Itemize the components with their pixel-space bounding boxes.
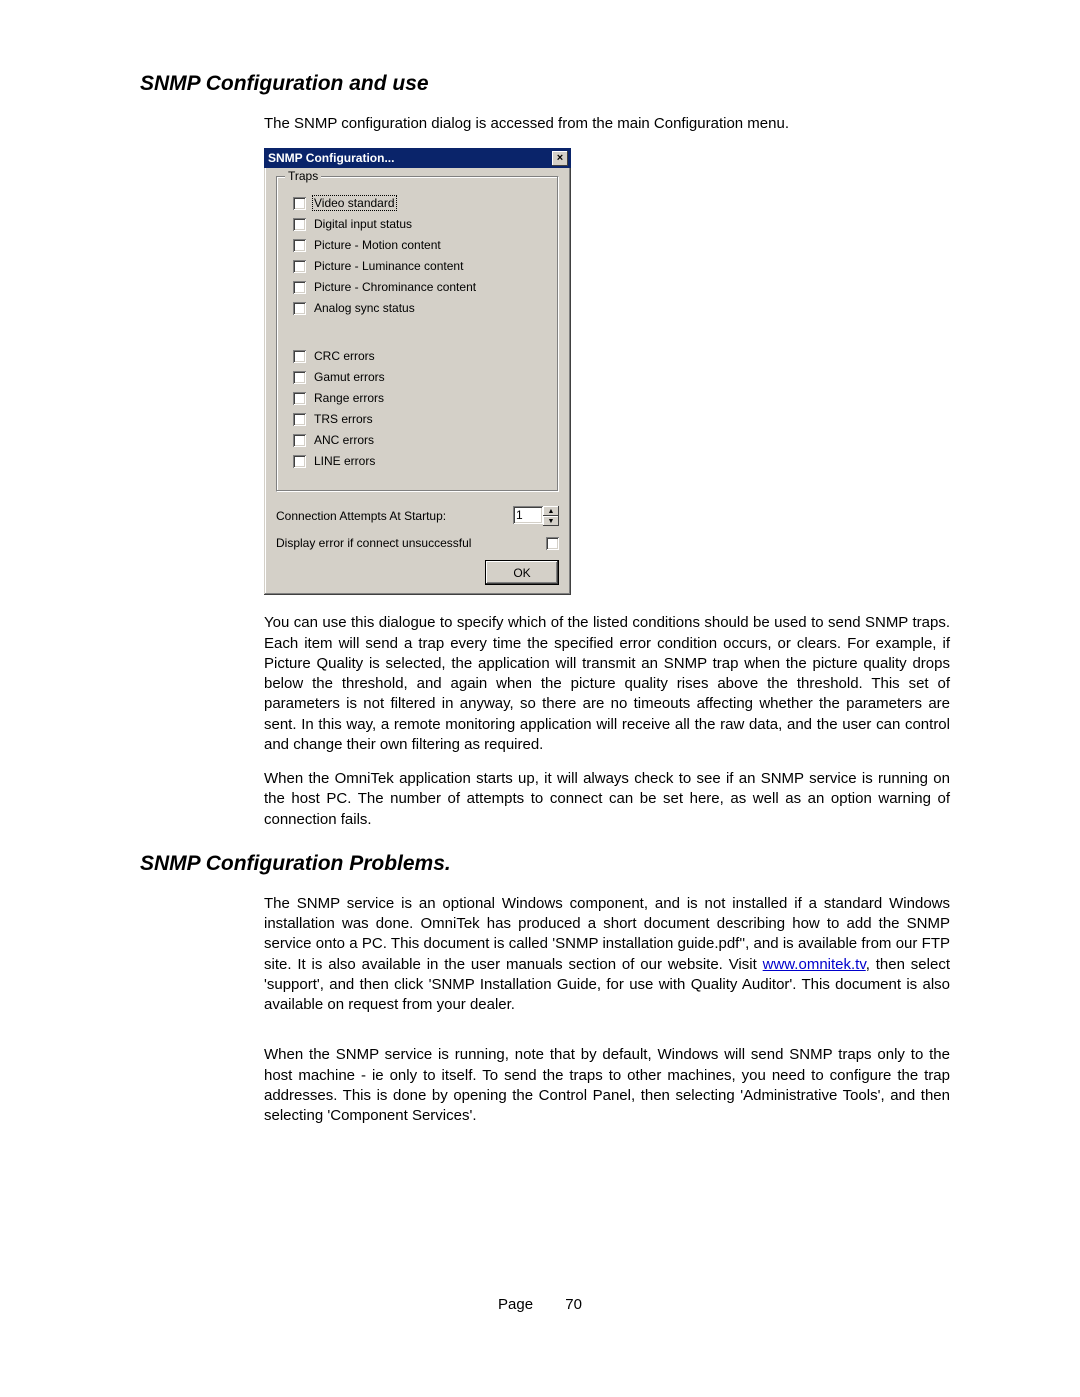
display-error-label: Display error if connect unsuccessful xyxy=(276,536,544,550)
checkbox-icon[interactable] xyxy=(293,281,306,294)
checkbox-icon[interactable] xyxy=(293,350,306,363)
checkbox-icon[interactable] xyxy=(293,239,306,252)
checkbox-label: Digital input status xyxy=(314,217,412,231)
close-icon[interactable]: × xyxy=(552,151,568,166)
checkbox-label: Picture - Chrominance content xyxy=(314,280,476,294)
dialog-titlebar: SNMP Configuration... × xyxy=(264,148,571,168)
groupbox-title: Traps xyxy=(285,169,321,183)
connection-attempts-input[interactable] xyxy=(513,506,543,524)
intro-paragraph: The SNMP configuration dialog is accesse… xyxy=(264,114,950,134)
chevron-up-icon[interactable]: ▲ xyxy=(543,506,559,516)
trap-anc-errors[interactable]: ANC errors xyxy=(293,431,548,449)
trap-analog-sync[interactable]: Analog sync status xyxy=(293,299,548,317)
footer-page-label: Page xyxy=(498,1296,533,1313)
checkbox-icon[interactable] xyxy=(293,197,306,210)
trap-crc-errors[interactable]: CRC errors xyxy=(293,347,548,365)
checkbox-label: ANC errors xyxy=(314,433,374,447)
checkbox-icon[interactable] xyxy=(293,302,306,315)
heading-snmp-config-use: SNMP Configuration and use xyxy=(140,72,950,96)
page-footer: Page 70 xyxy=(0,1296,1080,1313)
checkbox-label: CRC errors xyxy=(314,349,375,363)
checkbox-icon[interactable] xyxy=(293,392,306,405)
connection-attempts-row: Connection Attempts At Startup: ▲ ▼ xyxy=(276,506,559,526)
trap-picture-chrominance[interactable]: Picture - Chrominance content xyxy=(293,278,548,296)
checkbox-icon[interactable] xyxy=(293,413,306,426)
display-error-row: Display error if connect unsuccessful xyxy=(276,536,559,550)
checkbox-icon[interactable] xyxy=(293,434,306,447)
dialog-title: SNMP Configuration... xyxy=(268,151,551,165)
checkbox-icon[interactable] xyxy=(293,260,306,273)
connection-attempts-label: Connection Attempts At Startup: xyxy=(276,509,513,523)
checkbox-label: Picture - Motion content xyxy=(314,238,441,252)
footer-page-number: 70 xyxy=(565,1296,582,1313)
trap-video-standard[interactable]: Video standard xyxy=(293,194,548,212)
ok-button[interactable]: OK xyxy=(485,560,559,585)
checkbox-label: Analog sync status xyxy=(314,301,415,315)
heading-snmp-problems: SNMP Configuration Problems. xyxy=(140,852,950,876)
trap-trs-errors[interactable]: TRS errors xyxy=(293,410,548,428)
para-usage: You can use this dialogue to specify whi… xyxy=(264,613,950,755)
display-error-checkbox[interactable] xyxy=(546,537,559,550)
checkbox-icon[interactable] xyxy=(293,371,306,384)
checkbox-label: LINE errors xyxy=(314,454,375,468)
omnitek-link[interactable]: www.omnitek.tv xyxy=(763,956,866,973)
checkbox-label: Range errors xyxy=(314,391,384,405)
connection-attempts-spinner[interactable]: ▲ ▼ xyxy=(513,506,559,526)
trap-line-errors[interactable]: LINE errors xyxy=(293,452,548,470)
para-service-install: The SNMP service is an optional Windows … xyxy=(264,894,950,1016)
checkbox-label: Gamut errors xyxy=(314,370,385,384)
trap-range-errors[interactable]: Range errors xyxy=(293,389,548,407)
snmp-config-dialog: SNMP Configuration... × Traps Video stan… xyxy=(264,148,571,595)
trap-picture-motion[interactable]: Picture - Motion content xyxy=(293,236,548,254)
checkbox-label: Video standard xyxy=(312,195,397,211)
para-trap-addresses: When the SNMP service is running, note t… xyxy=(264,1045,950,1126)
para-startup: When the OmniTek application starts up, … xyxy=(264,769,950,830)
trap-picture-luminance[interactable]: Picture - Luminance content xyxy=(293,257,548,275)
checkbox-icon[interactable] xyxy=(293,218,306,231)
chevron-down-icon[interactable]: ▼ xyxy=(543,516,559,526)
trap-gamut-errors[interactable]: Gamut errors xyxy=(293,368,548,386)
checkbox-label: Picture - Luminance content xyxy=(314,259,463,273)
trap-digital-input-status[interactable]: Digital input status xyxy=(293,215,548,233)
checkbox-icon[interactable] xyxy=(293,455,306,468)
checkbox-label: TRS errors xyxy=(314,412,373,426)
traps-groupbox: Traps Video standard Digital input statu… xyxy=(276,176,559,492)
